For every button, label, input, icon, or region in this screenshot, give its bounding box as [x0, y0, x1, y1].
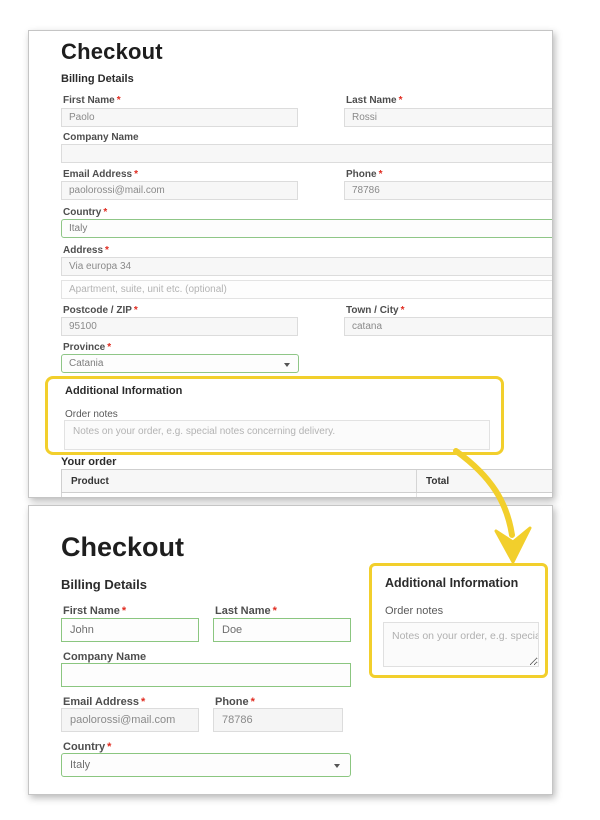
- email-label: Email Address*: [63, 169, 138, 180]
- phone-input[interactable]: [213, 708, 343, 732]
- phone-input[interactable]: [344, 181, 553, 200]
- required-asterisk: *: [401, 305, 405, 316]
- required-asterisk: *: [107, 741, 111, 753]
- clipped-text: [71, 497, 129, 498]
- city-label: Town / City*: [346, 305, 405, 316]
- highlight-box-additional-info: Additional Information Order notes: [369, 563, 548, 678]
- postcode-input[interactable]: [61, 317, 298, 336]
- company-name-input[interactable]: [61, 144, 553, 163]
- first-name-input[interactable]: [61, 108, 298, 127]
- country-select[interactable]: Italy: [61, 753, 351, 777]
- phone-label: Phone*: [215, 696, 255, 708]
- email-input[interactable]: [61, 181, 298, 200]
- first-name-label: First Name*: [63, 95, 121, 106]
- dropdown-caret-icon: [334, 764, 340, 768]
- email-label: Email Address*: [63, 696, 145, 708]
- address2-input[interactable]: [61, 280, 553, 299]
- phone-label: Phone*: [346, 169, 382, 180]
- column-divider: [416, 493, 417, 498]
- last-name-label: Last Name*: [346, 95, 402, 106]
- page-title: Checkout: [61, 39, 163, 65]
- address-label: Address*: [63, 245, 109, 256]
- required-asterisk: *: [134, 305, 138, 316]
- required-asterisk: *: [399, 95, 403, 106]
- additional-info-heading: Additional Information: [65, 385, 182, 397]
- city-input[interactable]: [344, 317, 553, 336]
- billing-details-heading: Billing Details: [61, 73, 134, 85]
- country-label: Country*: [63, 741, 111, 753]
- product-column-header: Product: [62, 470, 417, 492]
- first-name-input[interactable]: [61, 618, 199, 642]
- your-order-heading: Your order: [61, 456, 116, 468]
- required-asterisk: *: [134, 169, 138, 180]
- additional-info-heading: Additional Information: [385, 576, 518, 590]
- page-title: Checkout: [61, 532, 184, 563]
- last-name-input[interactable]: [213, 618, 351, 642]
- country-label: Country*: [63, 207, 107, 218]
- province-select[interactable]: Catania: [61, 354, 299, 373]
- country-select[interactable]: Italy: [61, 219, 553, 238]
- bottom-checkout-screenshot: Checkout Billing Details First Name* Las…: [28, 505, 553, 795]
- required-asterisk: *: [379, 169, 383, 180]
- dropdown-caret-icon: [284, 363, 290, 367]
- postcode-label: Postcode / ZIP*: [63, 305, 138, 316]
- order-notes-label: Order notes: [65, 409, 118, 420]
- required-asterisk: *: [273, 605, 277, 617]
- required-asterisk: *: [251, 696, 255, 708]
- clipped-table-row: [61, 493, 553, 498]
- email-input[interactable]: [61, 708, 199, 732]
- total-column-header: Total: [417, 470, 449, 492]
- company-name-label: Company Name: [63, 651, 146, 663]
- billing-details-heading: Billing Details: [61, 577, 147, 592]
- company-name-label: Company Name: [63, 132, 139, 143]
- required-asterisk: *: [141, 696, 145, 708]
- order-table-header: Product Total: [61, 469, 553, 493]
- order-notes-textarea[interactable]: [383, 622, 539, 667]
- last-name-label: Last Name*: [215, 605, 277, 617]
- province-label: Province*: [63, 342, 111, 353]
- highlight-box-additional-info: Additional Information Order notes: [45, 376, 504, 455]
- address-input[interactable]: [61, 257, 553, 276]
- order-notes-label: Order notes: [385, 605, 443, 617]
- clipped-text: [425, 497, 451, 498]
- order-notes-textarea[interactable]: [64, 420, 490, 450]
- last-name-input[interactable]: [344, 108, 553, 127]
- top-checkout-screenshot: Checkout Billing Details First Name* Las…: [28, 30, 553, 498]
- page: Checkout Billing Details First Name* Las…: [0, 0, 600, 820]
- required-asterisk: *: [117, 95, 121, 106]
- required-asterisk: *: [105, 245, 109, 256]
- required-asterisk: *: [107, 342, 111, 353]
- required-asterisk: *: [122, 605, 126, 617]
- first-name-label: First Name*: [63, 605, 126, 617]
- company-name-input[interactable]: [61, 663, 351, 687]
- required-asterisk: *: [103, 207, 107, 218]
